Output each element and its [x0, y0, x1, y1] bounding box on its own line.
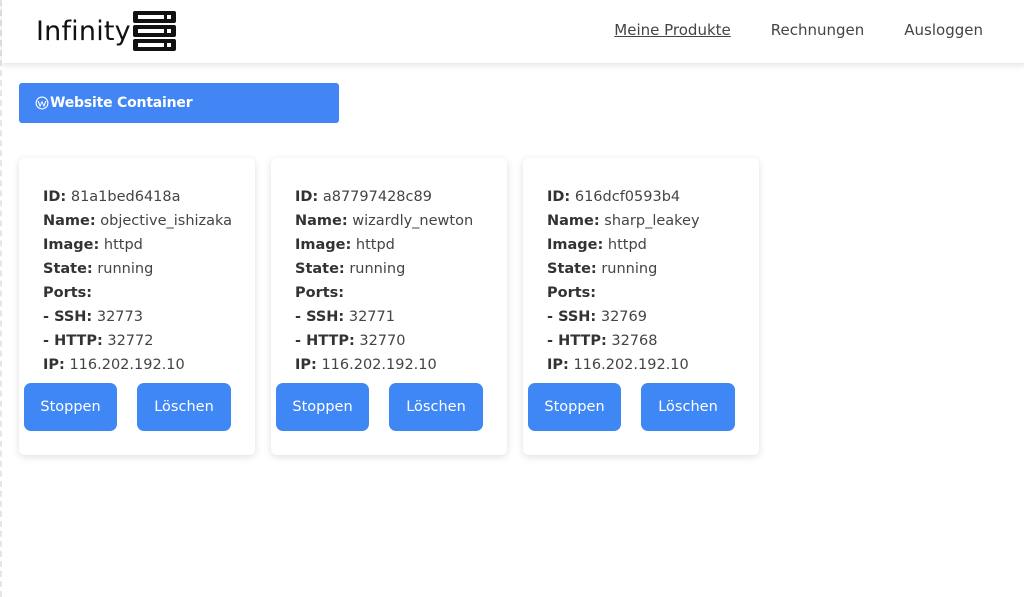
container-http-port: 32768	[611, 333, 658, 349]
section-title: Website Container	[50, 95, 193, 111]
image-label: Image:	[547, 237, 604, 253]
ports-label: Ports:	[43, 285, 93, 301]
delete-button[interactable]: Löschen	[641, 383, 735, 431]
container-id: a87797428c89	[322, 189, 432, 205]
delete-button[interactable]: Löschen	[389, 383, 483, 431]
stop-button[interactable]: Stoppen	[276, 383, 369, 431]
ip-label: IP:	[43, 357, 65, 373]
ssh-label: - SSH:	[43, 309, 93, 325]
state-label: State:	[295, 261, 345, 277]
container-name-row: Name: sharp_leakey	[547, 209, 700, 233]
container-ssh-row: - SSH: 32769	[547, 305, 700, 329]
container-details: ID: 616dcf0593b4 Name: sharp_leakey Imag…	[547, 185, 700, 377]
container-card: ID: a87797428c89 Name: wizardly_newton I…	[271, 158, 507, 455]
section-header: Website Container	[19, 83, 339, 123]
container-state-row: State: running	[547, 257, 700, 281]
ports-label: Ports:	[295, 285, 345, 301]
wordpress-icon	[35, 96, 49, 110]
http-label: - HTTP:	[547, 333, 607, 349]
container-image: httpd	[103, 237, 143, 253]
container-name: wizardly_newton	[352, 213, 474, 229]
container-ssh-port: 32769	[600, 309, 647, 325]
ports-label: Ports:	[547, 285, 597, 301]
id-label: ID:	[295, 189, 319, 205]
container-image: httpd	[607, 237, 647, 253]
container-ip-row: IP: 116.202.192.10	[295, 353, 473, 377]
container-ip: 116.202.192.10	[69, 357, 185, 373]
container-details: ID: 81a1bed6418a Name: objective_ishizak…	[43, 185, 232, 377]
page: Infinity Meine Produkte Rechnungen Auslo…	[0, 0, 1024, 597]
container-ip: 116.202.192.10	[573, 357, 689, 373]
name-label: Name:	[295, 213, 348, 229]
container-ssh-port: 32773	[96, 309, 143, 325]
ip-label: IP:	[295, 357, 317, 373]
name-label: Name:	[43, 213, 96, 229]
container-card: ID: 616dcf0593b4 Name: sharp_leakey Imag…	[523, 158, 759, 455]
delete-button[interactable]: Löschen	[137, 383, 231, 431]
container-ssh-row: - SSH: 32773	[43, 305, 232, 329]
container-state-row: State: running	[295, 257, 473, 281]
container-image-row: Image: httpd	[547, 233, 700, 257]
state-label: State:	[547, 261, 597, 277]
container-image-row: Image: httpd	[43, 233, 232, 257]
ssh-label: - SSH:	[295, 309, 345, 325]
state-label: State:	[43, 261, 93, 277]
container-id: 81a1bed6418a	[70, 189, 181, 205]
top-navbar: Infinity Meine Produkte Rechnungen Auslo…	[2, 0, 1024, 63]
container-name: sharp_leakey	[604, 213, 700, 229]
container-ports-row: Ports:	[547, 281, 700, 305]
container-image: httpd	[355, 237, 395, 253]
container-id: 616dcf0593b4	[574, 189, 681, 205]
container-http-port: 32770	[359, 333, 406, 349]
id-label: ID:	[43, 189, 67, 205]
card-actions: Stoppen Löschen	[276, 383, 483, 431]
container-http-port: 32772	[107, 333, 154, 349]
nav-link-meine-produkte[interactable]: Meine Produkte	[614, 21, 730, 39]
container-id-row: ID: a87797428c89	[295, 185, 473, 209]
container-ports-row: Ports:	[43, 281, 232, 305]
http-label: - HTTP:	[43, 333, 103, 349]
container-ssh-port: 32771	[348, 309, 395, 325]
main-nav: Meine Produkte Rechnungen Ausloggen	[614, 21, 983, 39]
container-ip-row: IP: 116.202.192.10	[547, 353, 700, 377]
nav-link-ausloggen[interactable]: Ausloggen	[904, 21, 983, 39]
http-label: - HTTP:	[295, 333, 355, 349]
container-http-row: - HTTP: 32772	[43, 329, 232, 353]
card-actions: Stoppen Löschen	[24, 383, 231, 431]
container-ip: 116.202.192.10	[321, 357, 437, 373]
container-name: objective_ishizaka	[100, 213, 233, 229]
container-name-row: Name: wizardly_newton	[295, 209, 473, 233]
id-label: ID:	[547, 189, 571, 205]
brand-logo[interactable]: Infinity	[36, 11, 176, 51]
container-ports-row: Ports:	[295, 281, 473, 305]
stop-button[interactable]: Stoppen	[528, 383, 621, 431]
container-name-row: Name: objective_ishizaka	[43, 209, 232, 233]
server-rack-icon	[132, 11, 176, 51]
container-http-row: - HTTP: 32768	[547, 329, 700, 353]
name-label: Name:	[547, 213, 600, 229]
container-card: ID: 81a1bed6418a Name: objective_ishizak…	[19, 158, 255, 455]
ip-label: IP:	[547, 357, 569, 373]
brand-name: Infinity	[36, 15, 131, 47]
ssh-label: - SSH:	[547, 309, 597, 325]
container-state: running	[97, 261, 154, 277]
container-card-list: ID: 81a1bed6418a Name: objective_ishizak…	[19, 158, 759, 455]
stop-button[interactable]: Stoppen	[24, 383, 117, 431]
nav-link-rechnungen[interactable]: Rechnungen	[771, 21, 865, 39]
container-image-row: Image: httpd	[295, 233, 473, 257]
container-id-row: ID: 616dcf0593b4	[547, 185, 700, 209]
container-id-row: ID: 81a1bed6418a	[43, 185, 232, 209]
container-details: ID: a87797428c89 Name: wizardly_newton I…	[295, 185, 473, 377]
container-ip-row: IP: 116.202.192.10	[43, 353, 232, 377]
container-http-row: - HTTP: 32770	[295, 329, 473, 353]
image-label: Image:	[295, 237, 352, 253]
container-state: running	[349, 261, 406, 277]
container-state: running	[601, 261, 658, 277]
image-label: Image:	[43, 237, 100, 253]
container-ssh-row: - SSH: 32771	[295, 305, 473, 329]
container-state-row: State: running	[43, 257, 232, 281]
card-actions: Stoppen Löschen	[528, 383, 735, 431]
